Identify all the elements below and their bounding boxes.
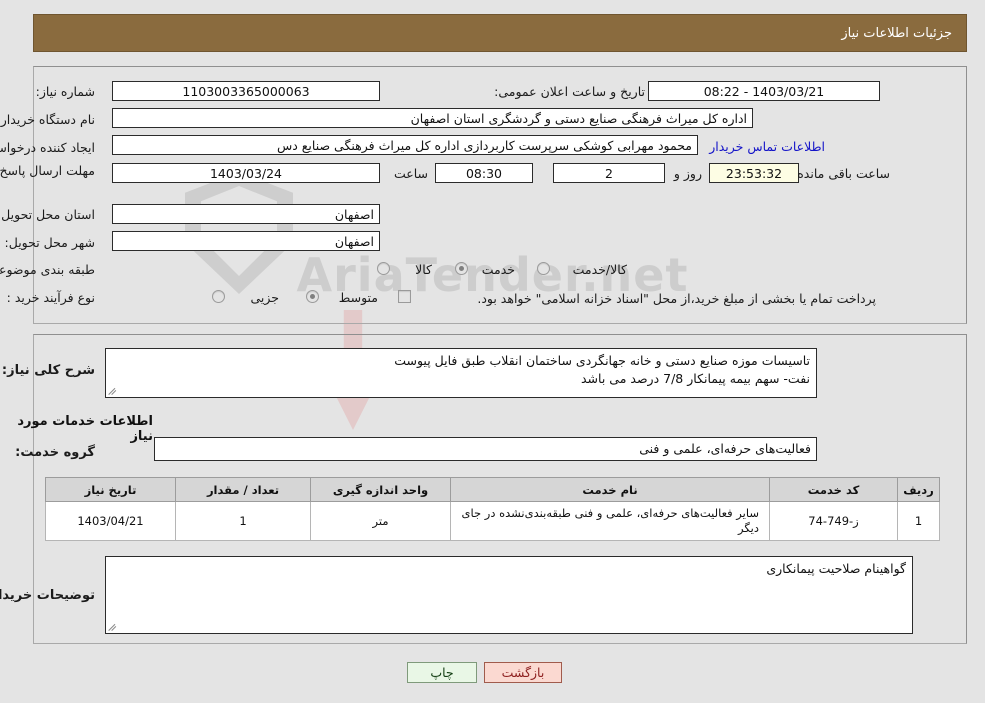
cell-quantity: 1 (175, 501, 311, 541)
request-creator-value: محمود مهرابی کوشکی سرپرست کاربردازی ادار… (112, 135, 698, 155)
table-header-unit: واحد اندازه گیری (310, 477, 451, 502)
remaining-days-label: روز و (673, 166, 702, 181)
radio-category-goods[interactable] (377, 262, 390, 275)
radio-category-service-label: خدمت (481, 262, 515, 277)
service-group-label: گروه خدمت: (15, 445, 95, 460)
deadline-hour-label: ساعت (393, 166, 428, 181)
purchase-process-label: نوع فرآیند خرید : (6, 290, 95, 305)
announcement-date-value: 1403/03/21 - 08:22 (648, 81, 880, 101)
need-info-panel (33, 66, 967, 324)
back-button[interactable]: بازگشت (484, 662, 562, 683)
print-button[interactable]: چاپ (407, 662, 477, 683)
table-header-quantity: تعداد / مقدار (175, 477, 311, 502)
radio-category-goods-service[interactable] (537, 262, 550, 275)
remaining-days-value: 2 (553, 163, 665, 183)
general-description-textarea[interactable]: تاسیسات موزه صنایع دستی و خانه جهانگردی … (105, 348, 817, 398)
general-description-line-2: نفت- سهم بیمه پیمانکار 7/8 درصد می باشد (581, 371, 810, 386)
radio-process-minor-label: جزیی (250, 290, 279, 305)
buyer-org-label: نام دستگاه خریدار: (0, 112, 95, 127)
table-header-row: ردیف کد خدمت نام خدمت واحد اندازه گیری ت… (45, 477, 940, 502)
resize-grip-icon[interactable] (108, 386, 118, 396)
delivery-province-value: اصفهان (112, 204, 380, 224)
page-root: AriaTender.net جزئیات اطلاعات نیاز شماره… (0, 0, 985, 703)
cell-service-name: سایر فعالیت‌های حرفه‌ای، علمی و فنی طبقه… (450, 501, 770, 541)
table-row: 1 ز-749-74 سایر فعالیت‌های حرفه‌ای، علمی… (45, 501, 940, 541)
radio-category-goods-label: کالا (415, 262, 432, 277)
services-section-title: اطلاعات خدمات مورد نیاز (17, 414, 153, 444)
general-description-line-1: تاسیسات موزه صنایع دستی و خانه جهانگردی … (394, 353, 810, 368)
radio-category-goods-service-label: کالا/خدمت (572, 262, 627, 277)
cell-unit: متر (310, 501, 451, 541)
table-header-need-date: تاریخ نیاز (45, 477, 176, 502)
deadline-date-value: 1403/03/24 (112, 163, 380, 183)
deadline-label: مهلت ارسال پاسخ: تا تاریخ: (0, 163, 95, 178)
request-creator-label: ایجاد کننده درخواست: (0, 140, 95, 155)
service-group-value: فعالیت‌های حرفه‌ای، علمی و فنی (154, 437, 817, 461)
page-title-bar: جزئیات اطلاعات نیاز (33, 14, 967, 52)
need-number-value: 1103003365000063 (112, 81, 380, 101)
cell-need-date: 1403/04/21 (45, 501, 176, 541)
resize-grip-icon[interactable] (108, 622, 118, 632)
radio-category-service[interactable] (455, 262, 468, 275)
delivery-province-label: استان محل تحویل: (0, 207, 95, 222)
services-table: ردیف کد خدمت نام خدمت واحد اندازه گیری ت… (45, 477, 940, 541)
table-header-row-index: ردیف (897, 477, 940, 502)
table-header-service-code: کد خدمت (769, 477, 898, 502)
buyer-org-value: اداره کل میراث فرهنگی صنایع دستی و گردشگ… (112, 108, 753, 128)
page-title: جزئیات اطلاعات نیاز (841, 25, 952, 41)
buyer-notes-textarea[interactable]: گواهینام صلاحیت پیمانکاری (105, 556, 913, 634)
announcement-date-label: تاریخ و ساعت اعلان عمومی: (494, 84, 645, 99)
treasury-bonds-checkbox[interactable] (398, 290, 411, 303)
subject-category-label: طبقه بندی موضوعی: (0, 262, 95, 277)
buyer-notes-value: گواهینام صلاحیت پیمانکاری (766, 561, 906, 576)
buyer-notes-label: توضیحات خریدار: (0, 588, 95, 603)
delivery-city-value: اصفهان (112, 231, 380, 251)
table-header-service-name: نام خدمت (450, 477, 770, 502)
radio-process-medium[interactable] (306, 290, 319, 303)
delivery-city-label: شهر محل تحویل: (4, 235, 95, 250)
buyer-contact-link[interactable]: اطلاعات تماس خریدار (709, 139, 825, 154)
need-number-label: شماره نیاز: (35, 84, 95, 99)
radio-process-medium-label: متوسط (338, 290, 378, 305)
general-description-label: شرح کلی نیاز: (1, 363, 95, 378)
remaining-hours-label: ساعت باقی مانده (797, 166, 890, 181)
deadline-time-value: 08:30 (435, 163, 533, 183)
cell-row-index: 1 (897, 501, 940, 541)
countdown-timer-value: 23:53:32 (709, 163, 799, 183)
radio-process-minor[interactable] (212, 290, 225, 303)
treasury-bonds-label: پرداخت تمام یا بخشی از مبلغ خرید،از محل … (477, 291, 876, 306)
cell-service-code: ز-749-74 (769, 501, 898, 541)
